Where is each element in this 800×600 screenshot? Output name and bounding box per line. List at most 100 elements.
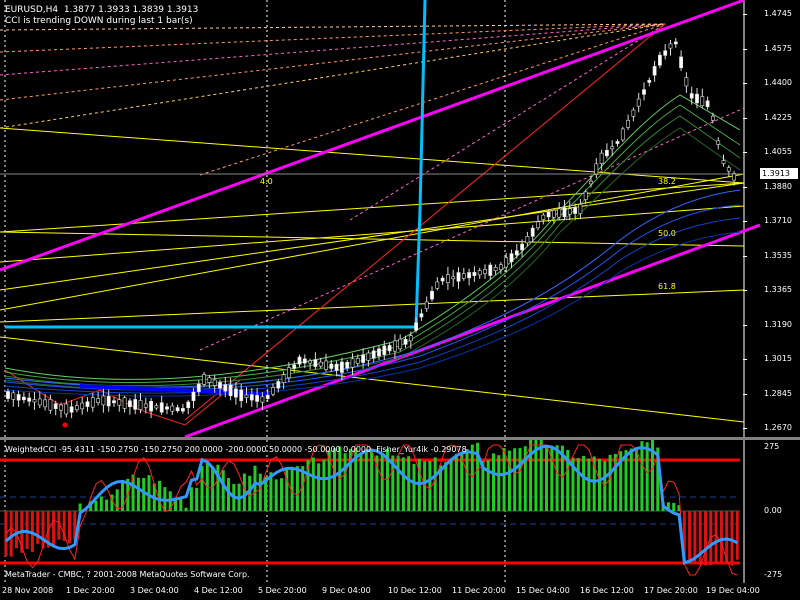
candle-body: [334, 363, 339, 371]
cci-bar: [698, 511, 702, 566]
cci-bar: [502, 448, 506, 511]
time-axis-label: 16 Dec 12:00: [580, 586, 634, 595]
candle-body: [117, 399, 122, 406]
cci-bar: [396, 455, 400, 511]
candle-body: [361, 354, 366, 363]
candle-body: [318, 361, 323, 367]
cci-bar: [359, 452, 363, 511]
price-axis-label: 1.3535: [764, 250, 792, 260]
price-axis-tick: [743, 290, 747, 291]
price-chart-panel[interactable]: EURUSD,H4 1.3877 1.3933 1.3839 1.3913 CC…: [0, 0, 800, 467]
cci-bar: [719, 511, 723, 562]
cci-bar: [645, 442, 649, 511]
candle-body: [483, 269, 487, 274]
cci-bar: [428, 460, 432, 511]
fib-label-38-2: 38.2: [658, 177, 676, 186]
price-axis-tick: [743, 117, 747, 119]
candle-body: [11, 392, 16, 400]
candle-body: [345, 361, 350, 369]
indicator-panel[interactable]: WeightedCCI -95.4311 -150.2750 -150.2750…: [0, 440, 800, 583]
cci-bar: [295, 466, 299, 511]
cci-bar: [274, 479, 278, 511]
fib-label-61-8: 61.8: [658, 282, 676, 291]
candle-body: [202, 374, 207, 385]
cci-bar: [582, 455, 586, 511]
price-axis-tick: [743, 324, 747, 326]
candle-body: [398, 338, 403, 350]
cci-bar: [333, 448, 336, 511]
gann-fan-lines: [0, 23, 745, 351]
candle-body: [467, 272, 472, 279]
cci-bar: [4, 511, 8, 557]
price-axis-tick: [743, 393, 747, 395]
indicator-canvas[interactable]: [0, 440, 800, 583]
cci-bar: [598, 458, 601, 511]
cci-trend-status: CCI is trending DOWN during last 1 bar(s…: [5, 16, 193, 26]
candle-body: [64, 403, 69, 415]
candle-body: [430, 290, 434, 300]
candle-body: [329, 363, 334, 369]
fib-label-50: 50.0: [658, 229, 676, 238]
candle-body: [445, 274, 450, 284]
cci-bar: [529, 440, 533, 511]
candle-body: [636, 98, 641, 107]
candle-body: [562, 207, 567, 218]
cci-bar: [184, 507, 188, 511]
candle-body: [265, 394, 270, 399]
price-axis-label: 1.4225: [764, 112, 792, 122]
candle-body: [101, 395, 106, 406]
candle-body: [620, 128, 625, 141]
price-axis-label: 1.4055: [764, 147, 792, 156]
candle-body: [96, 398, 101, 403]
candle-body: [165, 406, 169, 410]
candle-body: [673, 41, 678, 45]
candle-body: [21, 396, 26, 401]
candle-body: [16, 394, 21, 401]
candle-body: [377, 348, 381, 357]
price-chart-canvas[interactable]: [0, 0, 800, 437]
candle-body: [286, 367, 291, 379]
cci-bar: [195, 487, 199, 511]
price-axis-tick: [743, 14, 747, 15]
candle-body: [313, 359, 318, 367]
ma-ribbon-blue: [4, 189, 741, 397]
candle-body: [493, 267, 498, 271]
candle-body: [583, 191, 588, 200]
candle-body: [705, 100, 710, 108]
candle-body: [27, 397, 32, 402]
candle-body: [149, 401, 154, 412]
time-axis-label: 11 Dec 20:00: [452, 586, 506, 595]
candle-body: [297, 356, 302, 365]
candle-body: [567, 208, 572, 215]
candle-body: [504, 257, 509, 268]
candle-body: [59, 404, 63, 411]
candle-body: [689, 93, 694, 99]
price-axis-label: 1.3015: [764, 354, 792, 363]
candle-body: [488, 264, 493, 276]
candle-body: [302, 358, 307, 364]
candle-body: [234, 388, 238, 398]
cci-bar: [730, 511, 734, 566]
candle-body: [143, 403, 148, 408]
cci-bar: [518, 448, 522, 511]
candle-body: [186, 401, 191, 409]
candle-body: [249, 394, 254, 401]
candle-body: [578, 204, 583, 214]
candle-body: [679, 56, 684, 69]
cci-bar: [105, 499, 109, 511]
cci-bar: [68, 511, 71, 544]
cci-bar: [444, 462, 448, 511]
time-axis-label: 1 Dec 20:00: [66, 586, 115, 595]
candle-body: [175, 407, 180, 412]
cci-bar: [258, 473, 262, 511]
cci-bar: [714, 511, 718, 564]
price-axis-label: 1.4400: [764, 78, 792, 87]
time-axis-label: 5 Dec 20:00: [258, 586, 307, 595]
candle-body: [90, 397, 95, 408]
candle-body: [80, 402, 85, 410]
candle-body: [106, 395, 111, 407]
candle-body: [255, 395, 260, 402]
price-axis-label: 1.4575: [764, 43, 792, 53]
cci-bar: [9, 511, 13, 557]
cci-bar: [454, 453, 458, 511]
